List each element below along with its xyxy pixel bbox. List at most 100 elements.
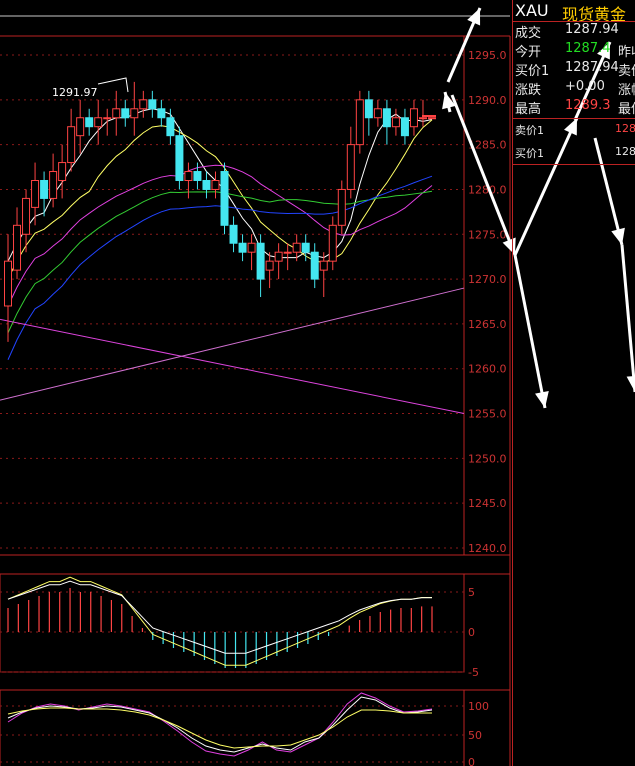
candle-body — [391, 117, 400, 128]
candle-body — [94, 117, 103, 128]
quote-value: 1287.94 — [565, 60, 619, 75]
kdj-tick-label: 50 — [468, 729, 482, 742]
candle-body — [364, 99, 373, 119]
price-tick-label: 1270.0 — [468, 273, 507, 286]
candle-body — [67, 126, 76, 164]
candle-body — [292, 242, 301, 253]
candle-body — [22, 197, 31, 235]
candle-body — [202, 179, 211, 190]
candle-body — [103, 117, 112, 120]
quote-extra-label: 最低 — [618, 102, 635, 117]
orderbook-value: 128 — [615, 145, 635, 158]
kdj-tick-label: 0 — [468, 756, 475, 766]
candle-body — [58, 162, 67, 181]
quote-value: 1289.3 — [565, 98, 611, 113]
macd-tick-label: 0 — [468, 626, 475, 639]
candle-body — [139, 99, 148, 110]
price-tick-label: 1240.0 — [468, 542, 507, 555]
price-tick-label: 1245.0 — [468, 497, 507, 510]
quote-label: 买价1 — [515, 64, 550, 79]
candle-body — [13, 224, 22, 271]
quote-row: 成交 1287.94 — [513, 22, 635, 42]
candle-body — [400, 117, 409, 137]
quote-row: 今开 1287.4 昨收 — [513, 41, 635, 61]
trendline-descending — [0, 318, 465, 415]
kdj-panel-border — [0, 689, 465, 766]
candle-body — [229, 224, 238, 244]
quote-extra-label: 涨幅 — [618, 83, 635, 98]
macd-tick-label: 5 — [468, 586, 475, 599]
orderbook-label: 买价1 — [515, 147, 544, 160]
quote-label: 最高 — [515, 102, 542, 117]
quote-extra-label: 昨收 — [618, 45, 635, 60]
symbol-code: XAU — [515, 1, 549, 20]
candle-body — [112, 108, 121, 119]
candle-body — [157, 108, 166, 119]
orderbook-label: 卖价1 — [515, 124, 544, 137]
quote-row: 买价1 1287.94卖价 — [513, 60, 635, 80]
trendline-ascending — [0, 287, 465, 401]
quote-panel: XAU 现货黄金 成交1287.94今开1287.4昨收买价11287.94卖价… — [512, 0, 635, 766]
ma-line-ma20 — [7, 164, 433, 307]
quote-label: 成交 — [515, 26, 542, 41]
candle-body — [238, 242, 247, 253]
candle-body — [355, 99, 364, 146]
candle-body — [265, 260, 274, 271]
candle-body — [130, 108, 139, 119]
kdj-j-line — [7, 692, 433, 757]
quote-row: 涨跌 +0.00 涨幅 — [513, 79, 635, 99]
candle-body — [4, 260, 12, 307]
candle-body — [121, 108, 130, 119]
price-tick-label: 1275.0 — [468, 228, 507, 241]
candle-body — [184, 171, 193, 181]
kdj-tick-label: 100 — [468, 700, 489, 713]
candle-body — [373, 108, 382, 119]
candle-body — [49, 171, 58, 199]
candle-body — [166, 117, 175, 137]
high-annotation-label: 1291.97 — [52, 86, 98, 99]
macd-tick-label: -5 — [468, 666, 479, 679]
candle-body — [310, 251, 319, 280]
candle-body — [220, 171, 229, 226]
candle-body — [409, 108, 418, 128]
orderbook-value: 128 — [615, 122, 635, 135]
quote-label: 今开 — [515, 45, 542, 60]
candle-body — [76, 117, 85, 137]
divider — [513, 118, 635, 119]
kdj-d-line — [7, 707, 432, 749]
price-tick-label: 1255.0 — [468, 408, 507, 421]
price-tick-label: 1290.0 — [468, 94, 507, 107]
quote-value: 1287.94 — [565, 22, 619, 37]
candle-body — [319, 260, 328, 271]
candle-body — [301, 242, 310, 253]
candle-body — [418, 117, 427, 120]
candle-body — [337, 188, 346, 226]
price-tick-label: 1260.0 — [468, 363, 507, 376]
macd-dea-line — [7, 580, 432, 654]
price-tick-label: 1295.0 — [468, 49, 507, 62]
candle-body — [31, 179, 40, 208]
candle-body — [211, 179, 220, 190]
candle-body — [85, 117, 94, 128]
candle-body — [428, 117, 436, 120]
quote-row: 最高 1289.3 最低 — [513, 98, 635, 118]
ma-line-ma60 — [7, 175, 433, 360]
candle-body — [40, 179, 49, 199]
divider — [513, 164, 635, 165]
kdj-k-line — [7, 696, 433, 753]
quote-value: 1287.4 — [565, 41, 611, 56]
candle-body — [148, 99, 157, 110]
candle-body — [328, 224, 337, 262]
annotation-leader — [97, 77, 129, 93]
quote-label: 涨跌 — [515, 83, 542, 98]
candle-body — [283, 251, 292, 254]
candle-body — [175, 135, 184, 181]
quote-extra-label: 卖价 — [618, 64, 635, 79]
quote-value: +0.00 — [565, 79, 605, 94]
price-tick-label: 1265.0 — [468, 318, 507, 331]
candle-body — [193, 171, 202, 181]
price-tick-label: 1250.0 — [468, 452, 507, 465]
candle-body — [256, 242, 265, 280]
candle-body — [274, 251, 283, 262]
candle-body — [346, 144, 355, 190]
